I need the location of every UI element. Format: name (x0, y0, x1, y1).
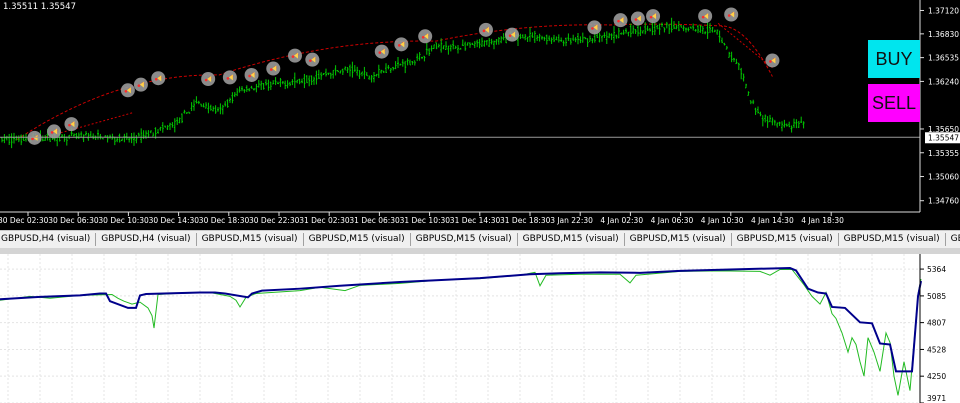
trade-marker-dot (124, 89, 128, 93)
price-axis-label: 1.34760 (928, 197, 959, 206)
trade-marker-dot (421, 35, 425, 39)
trade-marker (724, 7, 739, 22)
trade-marker (27, 130, 42, 145)
time-axis-label: 3 Jan 22:30 (550, 216, 593, 225)
trade-marker-dot (248, 74, 251, 78)
trade-marker-dot (591, 27, 594, 30)
trade-marker (201, 71, 216, 86)
chart-tab[interactable]: GBPUSD,M15 (visual) (625, 233, 732, 246)
time-axis-label: 31 Dec 10:30 (400, 216, 451, 225)
trade-marker (613, 13, 628, 28)
chart-tab[interactable]: GBPUSD,M15 (visual) (411, 233, 518, 246)
trade-marker-dot (769, 60, 772, 63)
equity-chart[interactable]: 5364 5085 4807 4528 4250 3971 (0, 254, 960, 403)
trade-marker-dot (226, 77, 230, 80)
price-axis-label: 1.36240 (928, 77, 959, 86)
time-axis-label: 30 Dec 10:30 (98, 216, 149, 225)
time-axis-label: 31 Dec 14:30 (450, 216, 501, 225)
time-axis-label: 4 Jan 14:30 (751, 216, 794, 225)
trade-marker (305, 52, 320, 67)
sell-button[interactable]: SELL (868, 84, 920, 122)
trade-marker (287, 48, 302, 63)
equity-axis-label: 5364 (927, 265, 946, 274)
buy-button[interactable]: BUY (868, 40, 920, 78)
trade-marker-dot (508, 34, 512, 37)
time-axis-label: 30 Dec 18:30 (199, 216, 250, 225)
time-axis-label: 30 Dec 02:30 (0, 216, 49, 225)
trade-marker-dot (634, 18, 638, 21)
price-axis-label: 1.35060 (928, 173, 959, 182)
time-axis-label: 4 Jan 18:30 (801, 216, 844, 225)
price-axis-label: 1.36830 (928, 30, 959, 39)
trade-marker (133, 77, 148, 92)
time-axis-label: 31 Dec 06:30 (349, 216, 400, 225)
trade-marker-dot (482, 29, 486, 33)
trade-marker-dot (154, 77, 158, 81)
equity-axis-label: 4250 (927, 372, 946, 381)
trade-marker-dot (269, 68, 273, 71)
chart-tab[interactable]: GB (946, 233, 960, 246)
trade-marker-dot (50, 131, 54, 134)
trade-marker-dot (617, 19, 620, 23)
trade-marker-dot (204, 78, 208, 82)
trade-marker (266, 61, 281, 76)
trade-marker-dot (291, 55, 295, 58)
trade-marker-dot (31, 137, 34, 141)
trade-marker-dot (137, 84, 141, 87)
trade-marker-dot (727, 14, 731, 17)
trade-marker (47, 124, 62, 139)
time-axis-label: 30 Dec 22:30 (249, 216, 300, 225)
trade-marker (630, 11, 645, 26)
price-chart[interactable]: 1.35511 1.35547 1.37120 1.36830 1.36535 1.3… (0, 0, 960, 230)
trade-marker (418, 29, 433, 44)
equity-axis-label: 3971 (927, 394, 946, 403)
chart-tab[interactable]: GBPUSD,H4 (visual) (96, 233, 197, 246)
trade-marker (374, 44, 389, 59)
trade-marker (765, 53, 780, 68)
price-axis-label: 1.37120 (928, 6, 959, 15)
chart-tab[interactable]: GBPUSD,M15 (visual) (732, 233, 839, 246)
trade-marker (587, 20, 602, 35)
time-axis-label: 30 Dec 06:30 (48, 216, 99, 225)
trade-marker-dot (68, 123, 71, 127)
trade-marker-dot (309, 59, 312, 62)
candle (101, 138, 104, 140)
chart-tab[interactable]: GBPUSD,M15 (visual) (304, 233, 411, 246)
trade-marker-dot (398, 44, 401, 47)
trade-marker (222, 70, 237, 85)
trade-marker (394, 37, 409, 52)
trade-marker (120, 83, 135, 98)
trade-marker-dot (378, 51, 382, 54)
equity-axis-label: 4807 (927, 319, 946, 328)
time-axis-label: 4 Jan 10:30 (701, 216, 744, 225)
trade-marker (646, 9, 661, 24)
time-axis-label: 4 Jan 02:30 (600, 216, 643, 225)
equity-axis-label: 5085 (927, 292, 946, 301)
time-axis-label: 4 Jan 06:30 (651, 216, 694, 225)
trade-marker (698, 9, 713, 24)
equity-chart-background (0, 254, 960, 403)
time-axis-label: 31 Dec 02:30 (299, 216, 350, 225)
chart-tab[interactable]: GBPUSD,M15 (visual) (197, 233, 304, 246)
current-price-label: 1.35547 (928, 133, 959, 142)
trade-marker-dot (649, 15, 653, 19)
trade-marker (505, 27, 519, 42)
trade-marker (151, 71, 166, 86)
equity-axis-label: 4528 (927, 345, 946, 354)
trade-marker (64, 117, 79, 132)
chart-tab[interactable]: GBPUSD,M15 (visual) (839, 233, 946, 246)
chart-tab[interactable]: GBPUSD,M15 (visual) (518, 233, 625, 246)
chart-tab[interactable]: GBPUSD,H4 (visual) (0, 233, 97, 246)
price-axis-label: 1.36535 (928, 54, 959, 63)
trade-marker-dot (701, 15, 705, 19)
chart-tab-bar: GBPUSD,H4 (visual) GBPUSD,H4 (visual) GBPU… (0, 230, 960, 249)
trade-marker (478, 22, 493, 37)
time-axis-label: 31 Dec 18:30 (500, 216, 551, 225)
time-axis-label: 30 Dec 14:30 (149, 216, 200, 225)
trade-marker (244, 67, 259, 82)
price-axis-label: 1.35355 (928, 149, 959, 158)
price-chart-background (0, 0, 960, 230)
price-header: 1.35511 1.35547 (3, 2, 76, 12)
